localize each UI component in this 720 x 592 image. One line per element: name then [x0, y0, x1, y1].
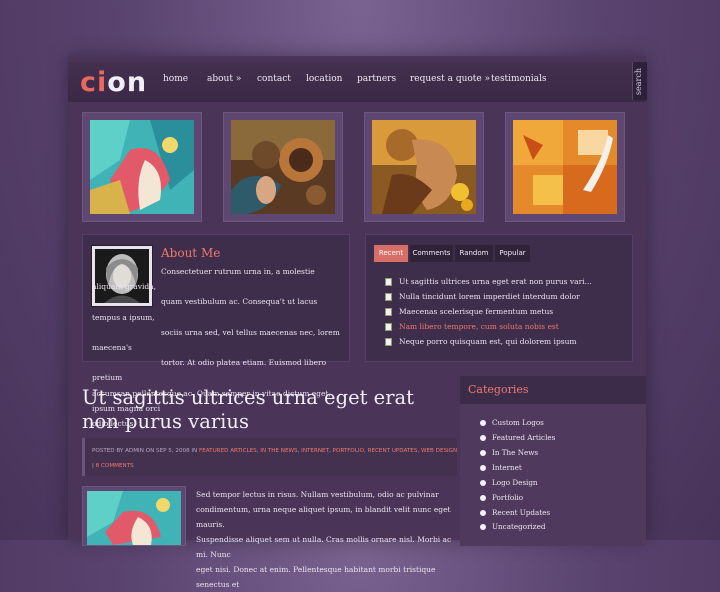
category-link[interactable]: Recent Updates: [480, 508, 550, 517]
category-label: Featured Articles: [492, 433, 556, 442]
document-icon: [385, 293, 392, 301]
category-label: Custom Logos: [492, 418, 544, 427]
featured-thumb-4[interactable]: [505, 112, 625, 222]
about-line-2: quam vestibulum ac. Consequa't ut lacus …: [92, 297, 318, 322]
search-tab[interactable]: search: [632, 62, 647, 100]
site-logo[interactable]: ci on: [80, 66, 147, 98]
category-link[interactable]: Internet: [480, 463, 522, 472]
nav-request-quote[interactable]: request a quote »: [410, 74, 490, 84]
steampunk-portrait-image: [231, 120, 335, 214]
meta-category-link[interactable]: IN THE NEWS: [260, 448, 297, 454]
category-link[interactable]: Portfolio: [480, 493, 523, 502]
recent-post-link[interactable]: Nam libero tempore, cum soluta nobis est: [399, 322, 559, 331]
nav-location[interactable]: location: [306, 74, 342, 84]
tab-random[interactable]: Random: [455, 245, 493, 262]
post-title[interactable]: Ut sagittis ultrices urna eget erat non …: [82, 386, 452, 434]
category-link[interactable]: Logo Design: [480, 478, 538, 487]
category-label: Recent Updates: [492, 508, 551, 517]
category-link[interactable]: Uncategorized: [480, 522, 545, 531]
featured-thumb-2[interactable]: [223, 112, 343, 222]
about-line-4: tortor. At odio platea etiam. Euismod li…: [92, 358, 327, 383]
nav-home[interactable]: home: [163, 74, 188, 84]
nav-contact[interactable]: contact: [257, 74, 291, 84]
meta-category-link[interactable]: PORTFOLIO: [333, 448, 364, 454]
document-icon: [385, 308, 392, 316]
document-icon: [385, 338, 392, 346]
autumn-collage-image: [513, 120, 617, 214]
post-thumbnail[interactable]: [82, 486, 186, 546]
excerpt-line-2: condimentum, urna neque aliquet ipsum, i…: [196, 505, 451, 529]
category-label: Logo Design: [492, 478, 538, 487]
post-meta-bar: [82, 438, 457, 476]
recent-post-link[interactable]: Neque porro quisquam est, qui dolorem ip…: [399, 337, 577, 346]
categories-title: Categories: [468, 383, 529, 396]
comments-link[interactable]: 8 COMMENTS: [96, 463, 134, 469]
category-label: In The News: [492, 448, 539, 457]
meta-category-link[interactable]: INTERNET: [301, 448, 329, 454]
search-label: search: [634, 68, 643, 96]
recent-post-link[interactable]: Nulla tincidunt lorem imperdiet interdum…: [399, 292, 580, 301]
featured-thumb-3[interactable]: [364, 112, 484, 222]
category-label: Portfolio: [492, 493, 524, 502]
abstract-art-image: [87, 491, 181, 545]
excerpt-line-4: eget nisi. Donec at enim. Pellentesque h…: [196, 565, 436, 589]
logo-text-part2: on: [107, 66, 148, 98]
nav-testimonials[interactable]: testimonials: [491, 74, 547, 84]
category-link[interactable]: Featured Articles: [480, 433, 555, 442]
about-line-1: Consectetuer rutrum urna in, a molestie …: [92, 267, 315, 292]
meta-posted-by: POSTED BY: [92, 448, 124, 454]
post-meta-line: POSTED BY ADMIN ON SEP 5, 2008 IN FEATUR…: [92, 448, 458, 454]
nav-partners[interactable]: partners: [357, 74, 396, 84]
logo-text-part1: ci: [80, 66, 108, 98]
category-label: Uncategorized: [492, 522, 546, 531]
recent-post-link[interactable]: Maecenas scelerisque fermentum metus: [399, 307, 553, 316]
mechanical-face-image: [372, 120, 476, 214]
meta-date: ON SEP 5, 2008 IN: [145, 448, 198, 454]
about-line-3: sociis urna sed, vel tellus maecenas nec…: [92, 327, 340, 353]
tab-recent[interactable]: Recent: [374, 245, 408, 262]
post-comments-line: | 8 COMMENTS: [92, 463, 134, 469]
excerpt-line-3: Suspendisse aliquet sem ut nulla. Cras m…: [196, 535, 452, 559]
category-link[interactable]: In The News: [480, 448, 538, 457]
category-link[interactable]: Custom Logos: [480, 418, 544, 427]
meta-author[interactable]: ADMIN: [125, 448, 144, 454]
meta-category-link[interactable]: RECENT UPDATES: [368, 448, 418, 454]
excerpt-line-1: Sed tempor lectus in risus. Nullam vesti…: [196, 490, 439, 499]
document-icon: [385, 323, 392, 331]
tab-comments[interactable]: Comments: [410, 245, 453, 262]
featured-thumb-1[interactable]: [82, 112, 202, 222]
meta-category-link[interactable]: FEATURED ARTICLES: [199, 448, 257, 454]
meta-category-link[interactable]: WEB DESIGN: [421, 448, 457, 454]
nav-about[interactable]: about »: [207, 74, 241, 84]
about-title: About Me: [161, 246, 221, 260]
document-icon: [385, 278, 392, 286]
abstract-art-image: [90, 120, 194, 214]
tab-popular[interactable]: Popular: [495, 245, 530, 262]
category-label: Internet: [492, 463, 522, 472]
recent-post-link[interactable]: Ut sagittis ultrices urna eget erat non …: [399, 277, 592, 286]
